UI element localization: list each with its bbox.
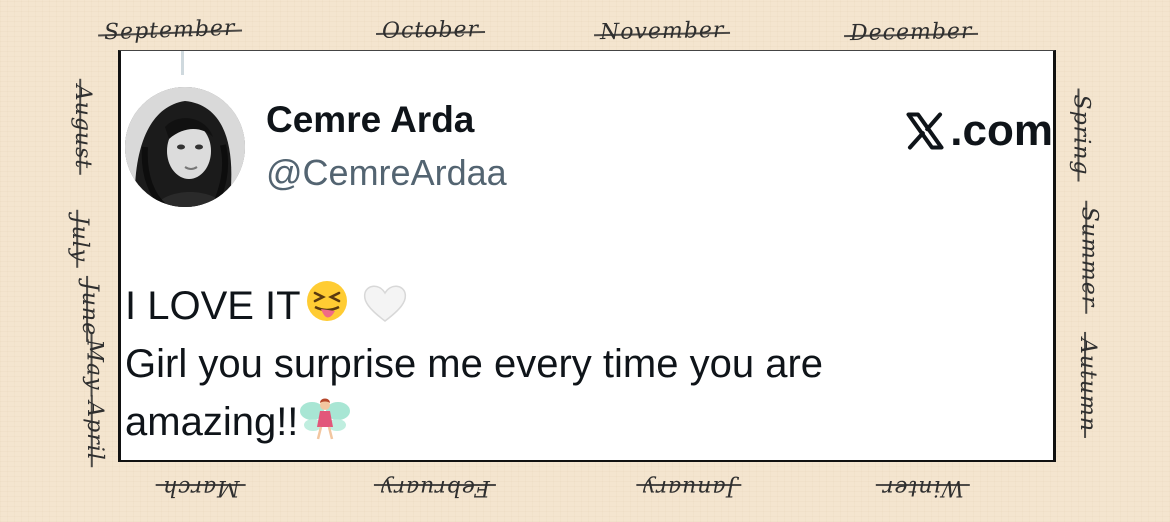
tweet-card: Cemre Arda @CemreArdaa .com I LOVE IT Gi… — [118, 50, 1056, 462]
month-label: November — [599, 17, 725, 46]
month-label: March — [162, 475, 240, 500]
tweet-line: Girl you surprise me every time you are — [125, 342, 824, 386]
display-name[interactable]: Cemre Arda — [266, 101, 474, 138]
user-handle[interactable]: @CemreArdaa — [266, 155, 507, 191]
month-label: April — [81, 401, 107, 461]
tweet-body: I LOVE IT Girl you surprise me every tim… — [125, 277, 1025, 451]
frame-top: September October November December — [82, 14, 1082, 50]
month-label: Summer — [1076, 206, 1102, 308]
fairy-emoji-icon — [300, 398, 351, 440]
tweet-line-text: amazing!! — [125, 400, 299, 444]
month-label: August — [70, 84, 96, 170]
tweet-line: I LOVE IT — [125, 277, 1025, 335]
month-label: July — [67, 215, 93, 263]
month-label: January — [642, 475, 736, 500]
frame-bottom: March February January Winter — [82, 468, 1082, 508]
month-label: Autumn — [1075, 337, 1101, 433]
squinting-tongue-emoji-icon — [306, 281, 347, 321]
tweet-line-text: I LOVE IT — [125, 284, 301, 328]
tweet-line: amazing!! — [125, 393, 1025, 451]
thread-line — [181, 51, 184, 75]
month-label: Spring — [1068, 94, 1094, 176]
month-label: February — [380, 475, 490, 500]
white-heart-emoji-icon — [363, 285, 406, 322]
month-label: December — [849, 18, 973, 47]
brand-text: .com — [950, 106, 1053, 155]
avatar[interactable] — [125, 87, 245, 207]
x-logo-icon — [906, 112, 944, 150]
month-label: October — [381, 17, 480, 44]
month-label: June — [77, 281, 103, 337]
brand-watermark: .com — [902, 109, 1053, 153]
month-label: September — [103, 15, 236, 46]
avatar-photo — [125, 87, 245, 207]
month-label: May — [81, 339, 107, 391]
month-label: Winter — [882, 475, 964, 500]
